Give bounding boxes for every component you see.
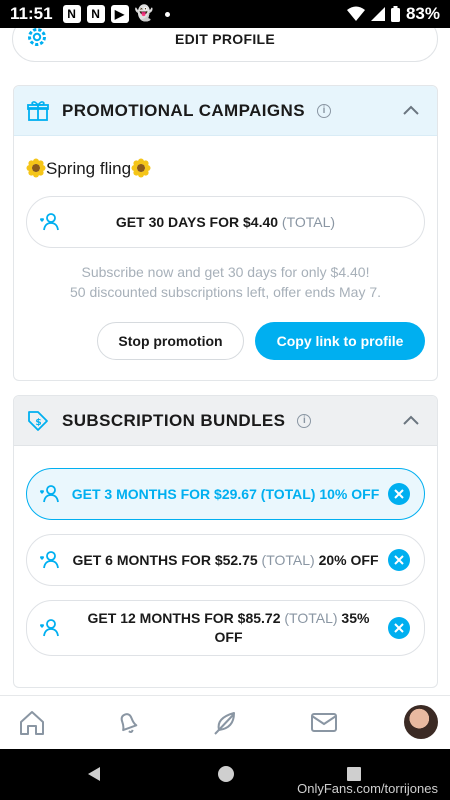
description-line-1: Subscribe now and get 30 days for only $… [81,264,370,280]
campaign-name: Spring fling [26,158,151,179]
bundle-text: GET 12 MONTHS FOR $85.72 (TOTAL) 35% OFF [27,609,424,647]
bundle-total: (TOTAL) [260,485,316,502]
bundle-discount: 10% OFF [319,485,380,502]
close-icon [394,555,404,565]
chevron-up-icon[interactable] [401,411,421,431]
home-icon[interactable] [17,708,47,738]
bundle-item[interactable]: GET 12 MONTHS FOR $85.72 (TOTAL) 35% OFF [26,600,425,656]
sunflower-icon [26,158,46,178]
svg-text:$: $ [35,418,41,428]
offer-main: GET 30 DAYS FOR $4.40 [115,213,279,230]
watermark: OnlyFans.com/torrijones [297,781,438,796]
snapchat-icon: 👻 [134,5,154,22]
main-content: EDIT PROFILE PROMOTIONAL CAMPAIGNS i Spr… [0,28,450,695]
more-notifications-dot [164,11,170,17]
bundle-item[interactable]: GET 6 MONTHS FOR $52.75 (TOTAL) 20% OFF [26,534,425,586]
copy-link-button[interactable]: Copy link to profile [255,322,425,360]
chevron-up-icon[interactable] [401,101,421,121]
bundle-text: GET 6 MONTHS FOR $52.75 (TOTAL) 20% OFF [27,551,424,570]
news-icon: N [62,5,81,23]
status-time: 11:51 [10,4,53,23]
user-heart-icon [40,619,59,637]
close-icon [394,489,404,499]
wifi-icon [346,6,365,21]
home-circle-icon[interactable] [216,764,236,784]
campaign-description: Subscribe now and get 30 days for only $… [14,262,437,302]
price-tag-icon: $ [28,410,48,431]
description-line-2: 50 discounted subscriptions left, offer … [69,284,382,300]
messages-icon[interactable] [309,708,339,738]
subscription-bundles-card: $ SUBSCRIPTION BUNDLES i GET 3 MONTHS FO… [13,395,438,688]
promotional-campaigns-header[interactable]: PROMOTIONAL CAMPAIGNS i [14,86,437,136]
remove-bundle-button[interactable] [388,617,410,639]
campaign-offer-pill: GET 30 DAYS FOR $4.40 (TOTAL) [26,196,425,248]
android-navigation-bar: OnlyFans.com/torrijones [0,749,450,800]
bundle-text: GET 3 MONTHS FOR $29.67 (TOTAL) 10% OFF [27,485,424,504]
remove-bundle-button[interactable] [388,549,410,571]
promotional-campaigns-card: PROMOTIONAL CAMPAIGNS i Spring fling GET… [13,85,438,381]
news-icon: N [86,5,105,23]
campaign-name-text: Spring fling [46,159,132,178]
close-icon [394,623,404,633]
stop-promotion-button[interactable]: Stop promotion [97,322,244,360]
user-heart-icon [40,485,59,503]
sunflower-icon [131,158,151,178]
battery-level: 83% [405,4,440,23]
edit-profile-label: EDIT PROFILE [174,31,276,47]
offer-total: (TOTAL) [281,213,336,230]
bottom-navigation [0,695,450,749]
subscription-bundles-title: SUBSCRIPTION BUNDLES [62,410,286,430]
bundle-total: (TOTAL) [261,551,315,568]
remove-bundle-button[interactable] [388,483,410,505]
info-icon[interactable]: i [316,103,331,118]
bundle-main: GET 3 MONTHS FOR $29.67 [71,485,257,502]
gift-icon [27,100,49,121]
recents-icon[interactable] [346,766,362,782]
bundle-total: (TOTAL) [284,610,338,626]
campaign-offer-text: GET 30 DAYS FOR $4.40 (TOTAL) [27,213,424,232]
bundle-item[interactable]: GET 3 MONTHS FOR $29.67 (TOTAL) 10% OFF [26,468,425,520]
avatar[interactable] [404,705,438,739]
edit-profile-button[interactable]: EDIT PROFILE [12,28,438,62]
status-bar: 11:51 N N ▶ 👻 83% [0,0,450,28]
bundle-discount: 20% OFF [318,551,379,568]
user-heart-icon [40,551,59,569]
info-icon[interactable]: i [297,413,312,428]
user-heart-icon [40,213,59,231]
youtube-icon: ▶ [110,5,129,23]
bundle-main: GET 12 MONTHS FOR $85.72 [87,610,281,626]
signal-icon [370,7,385,21]
battery-icon [390,6,400,22]
bundle-main: GET 6 MONTHS FOR $52.75 [72,551,258,568]
promotional-campaigns-title: PROMOTIONAL CAMPAIGNS [62,100,305,120]
subscription-bundles-header[interactable]: $ SUBSCRIPTION BUNDLES i [14,396,437,446]
feather-icon[interactable] [210,708,240,738]
bell-icon[interactable] [113,708,143,738]
back-icon[interactable] [86,766,102,782]
